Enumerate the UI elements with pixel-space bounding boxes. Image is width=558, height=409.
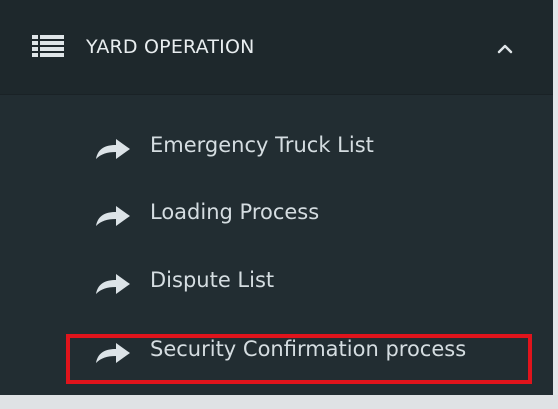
page-background-edge bbox=[553, 0, 558, 409]
share-arrow-icon bbox=[96, 206, 130, 226]
list-icon bbox=[32, 35, 64, 57]
menu-item-security-confirmation-process[interactable]: Security Confirmation process bbox=[88, 330, 528, 374]
menu-item-label: Loading Process bbox=[150, 200, 320, 224]
menu-item-label: Security Confirmation process bbox=[150, 337, 467, 361]
menu-item-label: Emergency Truck List bbox=[150, 133, 374, 157]
chevron-up-icon[interactable] bbox=[494, 38, 516, 60]
header-divider bbox=[0, 94, 553, 95]
menu-item-emergency-truck-list[interactable]: Emergency Truck List bbox=[88, 126, 528, 170]
menu-item-label: Dispute List bbox=[150, 268, 275, 292]
yard-operation-header[interactable]: YARD OPERATION bbox=[0, 0, 553, 94]
page-background-strip bbox=[0, 395, 558, 409]
section-title: YARD OPERATION bbox=[86, 36, 255, 58]
share-arrow-icon bbox=[96, 343, 130, 363]
menu-item-loading-process[interactable]: Loading Process bbox=[88, 193, 528, 237]
menu-item-dispute-list[interactable]: Dispute List bbox=[88, 261, 528, 305]
sidebar-panel: YARD OPERATION Emergency Truck List Load… bbox=[0, 0, 553, 402]
share-arrow-icon bbox=[96, 274, 130, 294]
share-arrow-icon bbox=[96, 139, 130, 159]
